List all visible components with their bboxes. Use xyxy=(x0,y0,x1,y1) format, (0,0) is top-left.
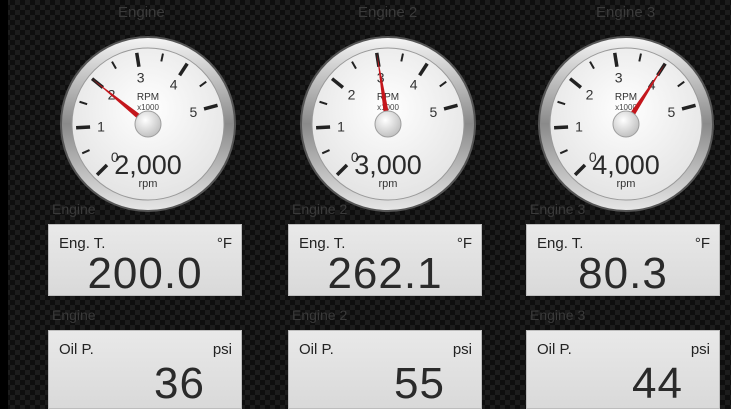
rpm-readout: 3,000 xyxy=(354,150,422,180)
tick-label: 1 xyxy=(337,118,345,134)
oil-value: 36 xyxy=(154,359,205,408)
oil-unit: psi xyxy=(690,341,710,358)
rpm-unit: rpm xyxy=(617,178,636,190)
tick-label: 5 xyxy=(190,104,198,120)
rpm-gauge[interactable]: 012345RPMx10002,000rpm xyxy=(58,34,238,214)
gauge-caption: RPM xyxy=(377,92,399,103)
oil-value: 55 xyxy=(394,359,445,408)
engine-column: Engine 3 012345RPMx10004,000rpm Engine 3… xyxy=(526,0,731,409)
needle-hub xyxy=(612,110,640,138)
needle-hub xyxy=(134,110,162,138)
engine-temp-databox[interactable]: Eng. T. °F 80.3 xyxy=(526,224,720,298)
tick-label: 3 xyxy=(137,70,145,86)
temp-section-label: Engine 3 xyxy=(530,201,586,217)
rpm-unit: rpm xyxy=(379,178,398,190)
oil-label: Oil P. xyxy=(537,341,572,358)
needle-hub xyxy=(374,110,402,138)
temp-section-label: Engine 2 xyxy=(292,201,348,217)
engine-header: Engine xyxy=(118,4,165,21)
oil-pressure-databox[interactable]: Oil P. psi 36 xyxy=(48,330,242,409)
major-tick xyxy=(76,125,91,130)
rpm-gauge[interactable]: 012345RPMx10003,000rpm xyxy=(298,34,478,214)
oil-section-label: Engine 3 xyxy=(530,307,586,323)
oil-pressure-databox[interactable]: Oil P. psi 55 xyxy=(288,330,482,409)
tick-label: 1 xyxy=(575,118,583,134)
tick-label: 1 xyxy=(97,118,105,134)
engine-column: Engine 012345RPMx10002,000rpm Engine Eng… xyxy=(48,0,258,409)
tick-label: 3 xyxy=(615,70,623,86)
rpm-readout: 2,000 xyxy=(114,150,182,180)
engine-header: Engine 2 xyxy=(358,4,418,21)
oil-section-label: Engine 2 xyxy=(292,307,348,323)
rpm-gauge-face: 012345RPMx10004,000rpm xyxy=(538,36,714,212)
gauge-caption: RPM xyxy=(615,92,637,103)
engine-column: Engine 2 012345RPMx10003,000rpm Engine 2… xyxy=(288,0,498,409)
tick-label: 2 xyxy=(586,86,594,102)
oil-label: Oil P. xyxy=(299,341,334,358)
engine-header: Engine 3 xyxy=(596,4,656,21)
tick-label: 4 xyxy=(170,77,178,93)
temp-value: 262.1 xyxy=(327,249,443,298)
tick-label: 5 xyxy=(668,104,676,120)
rpm-gauge[interactable]: 012345RPMx10004,000rpm xyxy=(536,34,716,214)
temp-section-label: Engine xyxy=(52,201,96,217)
tick-label: 2 xyxy=(348,86,356,102)
major-tick xyxy=(613,52,619,67)
rpm-unit: rpm xyxy=(139,178,158,190)
engine-dashboard: Engine 012345RPMx10002,000rpm Engine Eng… xyxy=(0,0,731,409)
oil-section-label: Engine xyxy=(52,307,96,323)
rpm-gauge-face: 012345RPMx10003,000rpm xyxy=(300,36,476,212)
major-tick xyxy=(135,52,141,67)
rpm-readout: 4,000 xyxy=(592,150,660,180)
temp-value: 80.3 xyxy=(578,249,668,298)
tick-label: 5 xyxy=(430,104,438,120)
major-tick xyxy=(316,125,331,130)
major-tick xyxy=(554,125,569,130)
oil-label: Oil P. xyxy=(59,341,94,358)
rpm-gauge-face: 012345RPMx10002,000rpm xyxy=(60,36,236,212)
oil-pressure-databox[interactable]: Oil P. psi 44 xyxy=(526,330,720,409)
tick-label: 4 xyxy=(410,77,418,93)
engine-temp-databox[interactable]: Eng. T. °F 200.0 xyxy=(48,224,242,298)
oil-unit: psi xyxy=(452,341,472,358)
oil-unit: psi xyxy=(212,341,232,358)
gauge-caption: RPM xyxy=(137,92,159,103)
engine-temp-databox[interactable]: Eng. T. °F 262.1 xyxy=(288,224,482,298)
temp-value: 200.0 xyxy=(87,249,203,298)
oil-value: 44 xyxy=(632,359,683,408)
